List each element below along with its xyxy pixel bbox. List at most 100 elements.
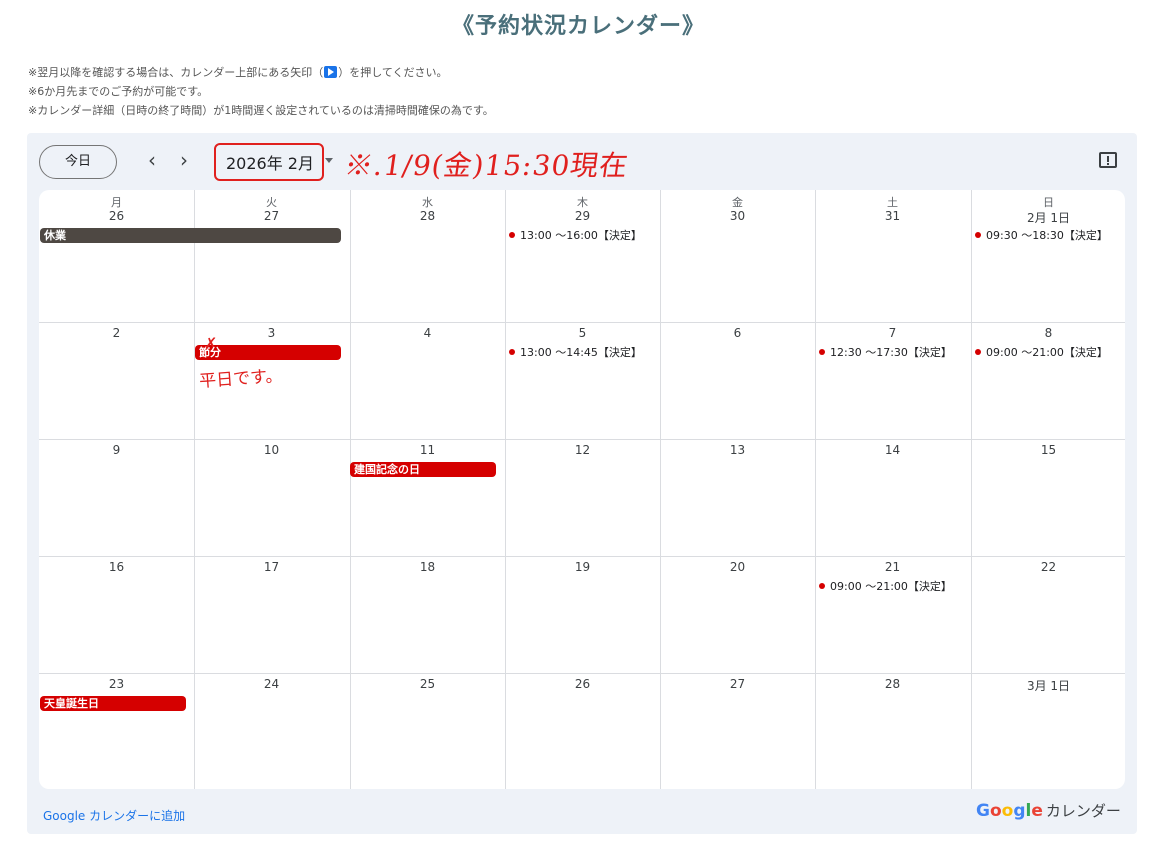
event-item[interactable]: 13:00 ～14:45【決定】 [509, 346, 642, 360]
day-number[interactable]: 3月 1日 [971, 677, 1125, 694]
day-number[interactable]: 14 [815, 443, 970, 457]
event-text: 13:00 ～14:45【決定】 [520, 346, 642, 359]
day-number[interactable]: 29 [505, 209, 660, 223]
event-item[interactable]: 09:00 ～21:00【決定】 [819, 580, 952, 594]
next-month-button[interactable]: › [171, 148, 197, 174]
event-text: 13:00 ～16:00【決定】 [520, 229, 642, 242]
event-bar-kyugyo[interactable]: 休業 [40, 228, 341, 243]
google-logo: Google [976, 801, 1043, 821]
day-number[interactable]: 27 [194, 209, 349, 223]
logo-letter: G [976, 801, 990, 821]
month-grid: 月火水木金土日 休業 節分 建国記念の日 天皇誕生日 13:00 ～16:00【… [39, 190, 1125, 789]
today-button[interactable]: 今日 [39, 145, 117, 179]
weekday-label: 土 [887, 196, 898, 209]
feedback-icon[interactable] [1099, 152, 1117, 168]
logo-letter: o [1001, 801, 1014, 821]
event-item[interactable]: 12:30 ～17:30【決定】 [819, 346, 952, 360]
note-line-1-text-a: ※翌月以降を確認する場合は、カレンダー上部にある矢印（ [28, 66, 324, 79]
day-number[interactable]: 28 [815, 677, 970, 691]
day-number[interactable]: 9 [39, 443, 194, 457]
event-item[interactable]: 09:30 ～18:30【決定】 [975, 229, 1108, 243]
note-line-2: ※6か月先までのご予約が可能です。 [28, 85, 209, 98]
day-number[interactable]: 23 [39, 677, 194, 691]
column-divider [350, 190, 351, 789]
notes: ※翌月以降を確認する場合は、カレンダー上部にある矢印（ ）を押してください。 ※6… [28, 63, 494, 120]
note-line-1: ※翌月以降を確認する場合は、カレンダー上部にある矢印（ ）を押してください。 [28, 63, 494, 82]
day-number[interactable]: 4 [350, 326, 505, 340]
day-number[interactable]: 27 [660, 677, 815, 691]
weekday-label: 金 [732, 196, 743, 209]
column-divider [815, 190, 816, 789]
note-line-1-text-b: ）を押してください。 [338, 66, 448, 79]
day-number[interactable]: 6 [660, 326, 815, 340]
day-number[interactable]: 16 [39, 560, 194, 574]
event-dot-icon [975, 232, 981, 238]
handwritten-annotation: 平日です。 [198, 366, 284, 392]
row-divider [39, 439, 1125, 440]
day-number[interactable]: 26 [39, 209, 194, 223]
weekday-label: 火 [266, 196, 277, 209]
event-item[interactable]: 09:00 ～21:00【決定】 [975, 346, 1108, 360]
brand-text: カレンダー [1045, 802, 1121, 820]
event-dot-icon [509, 349, 515, 355]
google-calendar-brand: Google カレンダー [976, 800, 1121, 821]
weekday-label: 水 [422, 196, 433, 209]
day-number[interactable]: 17 [194, 560, 349, 574]
handwritten-note: ※.1/9(金)15:30現在 [342, 149, 631, 182]
day-number[interactable]: 13 [660, 443, 815, 457]
weekday-label: 木 [577, 196, 588, 209]
day-number[interactable]: 8 [971, 326, 1125, 340]
logo-letter: e [1031, 801, 1043, 821]
event-dot-icon [819, 349, 825, 355]
day-number[interactable]: 30 [660, 209, 815, 223]
day-number[interactable]: 12 [505, 443, 660, 457]
day-number[interactable]: 24 [194, 677, 349, 691]
day-number[interactable]: 19 [505, 560, 660, 574]
row-divider [39, 556, 1125, 557]
weekday-header: 月火水木金土日 [39, 190, 1125, 209]
day-number[interactable]: 25 [350, 677, 505, 691]
day-number[interactable]: 26 [505, 677, 660, 691]
add-to-google-calendar-link[interactable]: Google カレンダーに追加 [43, 807, 185, 824]
day-number[interactable]: 20 [660, 560, 815, 574]
day-number[interactable]: 22 [971, 560, 1125, 574]
column-divider [660, 190, 661, 789]
event-bar-kenkoku[interactable]: 建国記念の日 [350, 462, 496, 477]
row-divider [39, 322, 1125, 323]
event-text: 09:30 ～18:30【決定】 [986, 229, 1108, 242]
event-dot-icon [975, 349, 981, 355]
day-number[interactable]: 2月 1日 [971, 209, 1125, 226]
logo-letter: g [1013, 801, 1026, 821]
day-number[interactable]: 21 [815, 560, 970, 574]
day-number[interactable]: 31 [815, 209, 970, 223]
day-number[interactable]: 15 [971, 443, 1125, 457]
month-selector[interactable]: 2026年 2月 [226, 150, 314, 174]
event-text: 12:30 ～17:30【決定】 [830, 346, 952, 359]
note-line-3: ※カレンダー詳細（日時の終了時間）が1時間遅く設定されているのは清掃時間確保の為… [28, 104, 494, 117]
logo-letter: o [989, 801, 1002, 821]
column-divider [971, 190, 972, 789]
play-arrow-icon [324, 66, 338, 78]
prev-month-button[interactable]: ‹ [139, 148, 165, 174]
caret-down-icon[interactable] [325, 158, 333, 163]
day-number[interactable]: 11 [350, 443, 505, 457]
day-number[interactable]: 3 [194, 326, 349, 340]
event-bar-tenno[interactable]: 天皇誕生日 [40, 696, 186, 711]
day-number[interactable]: 10 [194, 443, 349, 457]
row-divider [39, 673, 1125, 674]
event-dot-icon [819, 583, 825, 589]
day-number[interactable]: 28 [350, 209, 505, 223]
page-title: 《予約状況カレンダー》 [451, 14, 705, 39]
weekday-label: 月 [111, 196, 122, 209]
day-number[interactable]: 5 [505, 326, 660, 340]
weekday-label: 日 [1043, 196, 1054, 209]
event-text: 09:00 ～21:00【決定】 [830, 580, 952, 593]
calendar-embed: 今日 ‹ › 2026年 2月 ※.1/9(金)15:30現在 月火水木金土日 … [27, 133, 1137, 834]
column-divider [505, 190, 506, 789]
event-dot-icon [509, 232, 515, 238]
event-item[interactable]: 13:00 ～16:00【決定】 [509, 229, 642, 243]
day-number[interactable]: 2 [39, 326, 194, 340]
event-text: 09:00 ～21:00【決定】 [986, 346, 1108, 359]
day-number[interactable]: 18 [350, 560, 505, 574]
day-number[interactable]: 7 [815, 326, 970, 340]
